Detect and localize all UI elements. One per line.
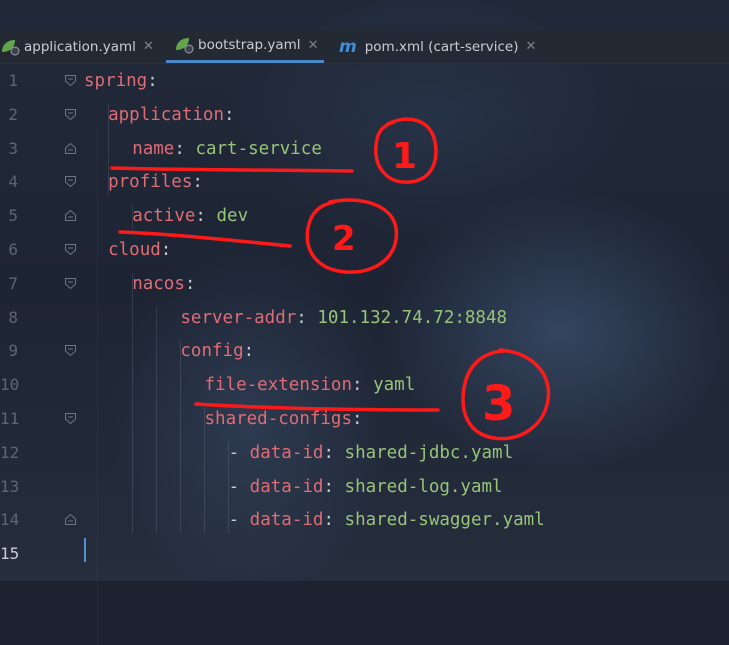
annotation-number-3: 3 — [482, 376, 515, 432]
underline-active — [118, 230, 292, 248]
handwritten-annotations: 1 2 3 — [110, 117, 551, 441]
annotation-number-2: 2 — [332, 219, 356, 259]
underline-name — [110, 166, 354, 173]
annotation-number-1: 1 — [392, 136, 417, 177]
underline-file-extension — [194, 402, 440, 412]
